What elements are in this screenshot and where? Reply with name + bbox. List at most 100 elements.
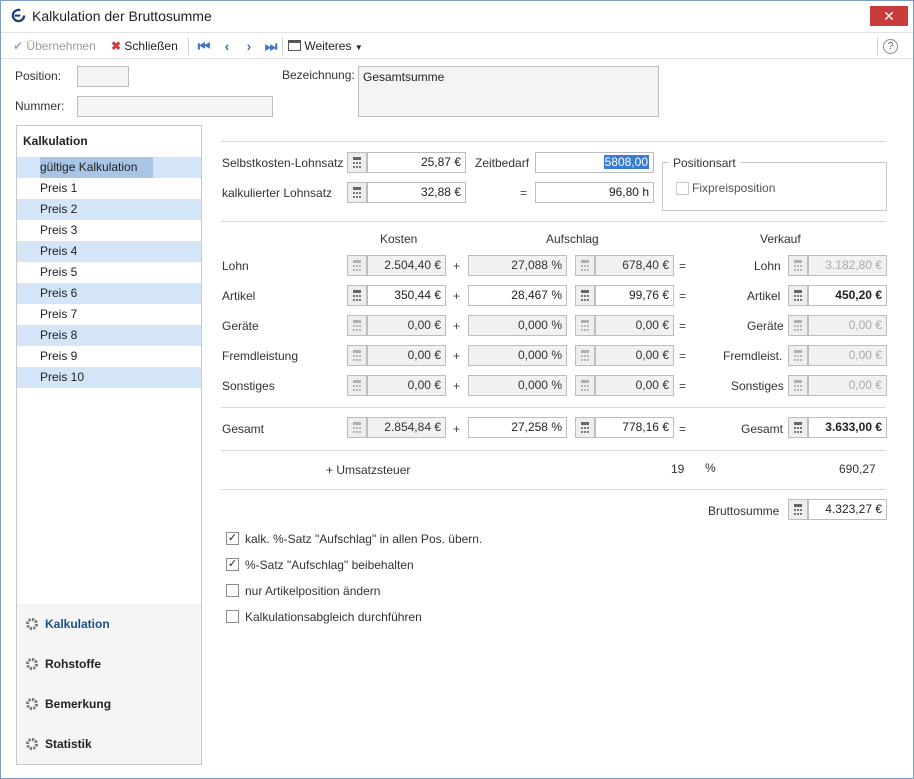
calculator-icon[interactable] (788, 285, 808, 306)
external-markup-field: 0,00 € (595, 345, 674, 366)
sale-label-total: Gesamt (741, 422, 784, 436)
list-item[interactable]: Preis 10 (17, 367, 201, 388)
red-x-icon: ✖ (111, 39, 122, 53)
wage-markup-field: 678,40 € (595, 255, 674, 276)
window-close-button[interactable]: ✕ (870, 6, 908, 26)
divider (221, 141, 886, 142)
calculator-icon[interactable] (788, 417, 808, 438)
list-item[interactable]: Preis 9 (17, 346, 201, 367)
option-checkbox-calc-reconcile[interactable] (226, 610, 239, 623)
calculator-icon (347, 255, 367, 276)
accept-button[interactable]: ✔ Übernehmen (13, 38, 96, 54)
option-checkbox-article-only[interactable] (226, 584, 239, 597)
article-sale-field[interactable]: 450,20 € (808, 285, 887, 306)
next-record-icon[interactable]: › (241, 38, 257, 54)
equals-sign: = (679, 379, 687, 393)
calculator-icon[interactable] (575, 417, 595, 438)
article-markup-percent-field[interactable]: 28,467 % (468, 285, 567, 306)
gross-total-label: Bruttosumme (708, 504, 780, 518)
total-markup-percent-field[interactable]: 27,258 % (468, 417, 567, 438)
option-checkbox-keep-markup[interactable]: ✓ (226, 558, 239, 571)
close-button[interactable]: ✖ Schließen (111, 38, 178, 54)
divider (221, 221, 886, 222)
vat-label: + Umsatzsteuer (326, 463, 411, 477)
equipment-cost-field: 0,00 € (367, 315, 446, 336)
calculator-icon (347, 375, 367, 396)
sale-label-article: Artikel (747, 289, 781, 303)
first-record-icon[interactable]: ⏮ (196, 38, 212, 54)
position-type-legend: Positionsart (669, 156, 740, 170)
total-sale-field[interactable]: 3.633,00 € (808, 417, 887, 438)
row-label-article: Artikel (222, 289, 256, 303)
number-field[interactable] (77, 96, 273, 117)
option-label: %-Satz "Aufschlag" beibehalten (245, 558, 414, 572)
last-record-icon[interactable]: ⏭ (263, 38, 279, 54)
help-icon[interactable]: ? (883, 39, 898, 54)
option-checkbox-apply-markup-all[interactable]: ✓ (226, 532, 239, 545)
position-field[interactable] (77, 66, 129, 87)
nav-label: Statistik (45, 737, 92, 751)
gross-total-field[interactable]: 4.323,27 € (808, 499, 887, 520)
accept-button-label: Übernehmen (26, 39, 96, 53)
time-field[interactable]: 5808,00 (535, 152, 654, 173)
calculator-icon (347, 417, 367, 438)
equipment-markup-field: 0,00 € (595, 315, 674, 336)
calculator-icon[interactable] (347, 152, 367, 173)
calculator-icon (575, 315, 595, 336)
number-label: Nummer: (15, 99, 65, 113)
calculator-icon[interactable] (347, 182, 367, 203)
nav-statistics-button[interactable]: Statistik (25, 737, 92, 751)
equipment-sale-field: 0,00 € (808, 315, 887, 336)
article-cost-field[interactable]: 350,44 € (367, 285, 446, 306)
list-item[interactable]: Preis 8 (17, 325, 201, 346)
wage-markup-percent-field: 27,088 % (468, 255, 567, 276)
previous-record-icon[interactable]: ‹ (219, 38, 235, 54)
misc-markup-percent-field: 0,000 % (468, 375, 567, 396)
nav-raw-materials-button[interactable]: Rohstoffe (25, 657, 101, 671)
article-markup-field[interactable]: 99,76 € (595, 285, 674, 306)
list-item[interactable]: Preis 6 (17, 283, 201, 304)
vat-amount: 690,27 (839, 462, 876, 476)
app-logo-icon (11, 8, 26, 23)
equals-sign: = (520, 186, 528, 200)
fixed-price-label: Fixpreisposition (692, 181, 776, 195)
list-item[interactable]: Preis 2 (17, 199, 201, 220)
row-label-external-service: Fremdleistung (222, 349, 299, 363)
list-item[interactable]: Preis 1 (17, 178, 201, 199)
designation-label: Bezeichnung: (282, 68, 355, 82)
sidebar-item-valid-calculation[interactable]: gültige Kalkulation (17, 157, 201, 178)
nav-label: Bemerkung (45, 697, 112, 711)
fixed-price-checkbox[interactable] (676, 182, 689, 195)
column-header-costs: Kosten (380, 232, 418, 246)
calculator-icon[interactable] (347, 285, 367, 306)
equals-sign: = (679, 349, 687, 363)
list-item[interactable]: Preis 7 (17, 304, 201, 325)
calculator-icon[interactable] (575, 285, 595, 306)
gear-icon (26, 738, 38, 750)
equals-sign: = (679, 259, 687, 273)
total-label: Gesamt (222, 422, 265, 436)
calculator-icon[interactable] (788, 499, 808, 520)
calc-rate-field[interactable]: 32,88 € (367, 182, 466, 203)
gear-icon (26, 698, 38, 710)
designation-field[interactable]: Gesamtsumme (358, 66, 659, 117)
divider (221, 450, 886, 451)
calc-rate-label: kalkulierter Lohnsatz (222, 186, 333, 200)
total-markup-field[interactable]: 778,16 € (595, 417, 674, 438)
plus-sign: + (453, 319, 461, 333)
position-label: Position: (15, 69, 62, 83)
nav-calculation-button[interactable]: Kalkulation (25, 617, 110, 631)
more-menu-button[interactable]: Weiteres ▼ (288, 38, 363, 54)
list-item[interactable]: Preis 4 (17, 241, 201, 262)
calculator-icon (788, 255, 808, 276)
calculator-icon (575, 345, 595, 366)
list-item[interactable]: Preis 5 (17, 262, 201, 283)
external-sale-field: 0,00 € (808, 345, 887, 366)
time-result-field[interactable]: 96,80 h (535, 182, 654, 203)
calculator-icon (575, 375, 595, 396)
list-item[interactable]: Preis 3 (17, 220, 201, 241)
calculator-icon (788, 345, 808, 366)
window-title: Kalkulation der Bruttosumme (32, 8, 212, 24)
nav-remark-button[interactable]: Bemerkung (25, 697, 111, 711)
cost-rate-field[interactable]: 25,87 € (367, 152, 466, 173)
